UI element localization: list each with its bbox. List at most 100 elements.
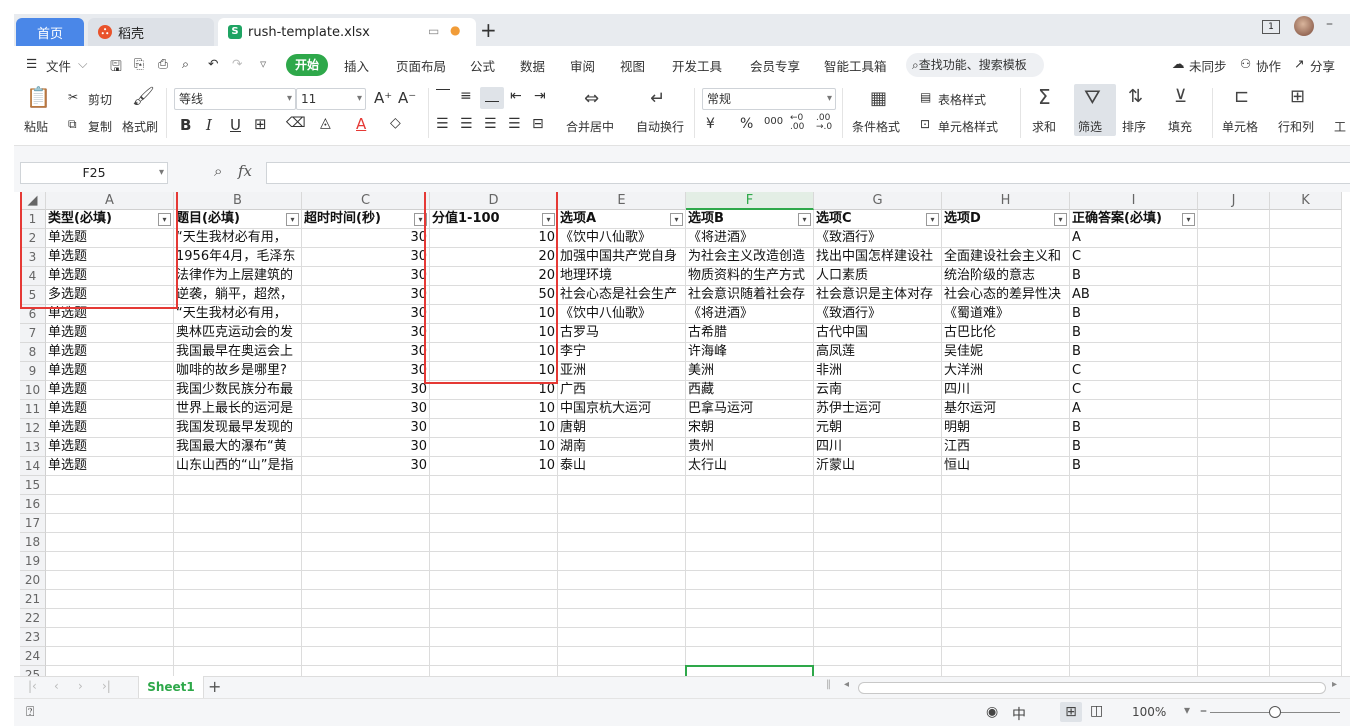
table-cell[interactable] bbox=[302, 590, 430, 609]
table-cell[interactable] bbox=[174, 514, 302, 533]
percent-icon[interactable]: % bbox=[740, 116, 753, 132]
row-header[interactable]: 21 bbox=[20, 590, 46, 609]
table-cell[interactable]: 贵州 bbox=[686, 438, 814, 457]
table-cell[interactable] bbox=[1270, 552, 1342, 571]
table-cell[interactable]: 单选题 bbox=[46, 229, 174, 248]
table-cell[interactable]: 法律作为上层建筑的 bbox=[174, 267, 302, 286]
table-cell[interactable]: 30 bbox=[302, 267, 430, 286]
menu-smart-toolbox[interactable]: 智能工具箱 bbox=[824, 56, 887, 75]
table-cell[interactable] bbox=[1270, 476, 1342, 495]
table-cell[interactable]: 四川 bbox=[942, 381, 1070, 400]
table-cell[interactable] bbox=[174, 552, 302, 571]
table-cell[interactable]: 30 bbox=[302, 457, 430, 476]
row-header[interactable]: 25 bbox=[20, 666, 46, 676]
table-cell[interactable] bbox=[1270, 514, 1342, 533]
table-cell[interactable]: 单选题 bbox=[46, 324, 174, 343]
row-header[interactable]: 8 bbox=[20, 343, 46, 362]
table-cell[interactable]: 苏伊士运河 bbox=[814, 400, 942, 419]
table-cell[interactable] bbox=[1270, 305, 1342, 324]
table-cell[interactable]: AB bbox=[1070, 286, 1198, 305]
table-cell[interactable]: 宋朝 bbox=[686, 419, 814, 438]
table-cell[interactable]: 30 bbox=[302, 362, 430, 381]
table-cell[interactable] bbox=[1270, 628, 1342, 647]
table-cell[interactable] bbox=[302, 628, 430, 647]
table-cell[interactable]: “天生我材必有用， bbox=[174, 305, 302, 324]
table-cell[interactable] bbox=[942, 609, 1070, 628]
header-cell[interactable] bbox=[1270, 210, 1342, 229]
table-cell[interactable] bbox=[1270, 533, 1342, 552]
table-cell[interactable]: 泰山 bbox=[558, 457, 686, 476]
select-all-corner[interactable]: ◢ bbox=[20, 192, 46, 210]
table-cell[interactable] bbox=[942, 571, 1070, 590]
paste-icon[interactable]: 📋 bbox=[26, 87, 51, 107]
table-cell[interactable]: 中国京杭大运河 bbox=[558, 400, 686, 419]
print-icon[interactable]: ⎙ bbox=[158, 56, 168, 72]
table-cell[interactable] bbox=[1198, 476, 1270, 495]
menu-review[interactable]: 审阅 bbox=[570, 56, 595, 75]
save-icon[interactable]: 🖫 bbox=[110, 56, 122, 80]
cloud-icon[interactable]: ☁ bbox=[1172, 56, 1185, 71]
table-cell[interactable] bbox=[430, 666, 558, 676]
table-cell[interactable] bbox=[1198, 381, 1270, 400]
table-cell[interactable] bbox=[814, 495, 942, 514]
table-cell[interactable] bbox=[1198, 343, 1270, 362]
table-cell[interactable] bbox=[942, 647, 1070, 666]
table-cell[interactable]: 古代中国 bbox=[814, 324, 942, 343]
table-cell[interactable]: 10 bbox=[430, 400, 558, 419]
table-cell[interactable]: 古罗马 bbox=[558, 324, 686, 343]
align-right-icon[interactable]: ☰ bbox=[484, 116, 497, 132]
table-cell[interactable] bbox=[174, 590, 302, 609]
table-cell[interactable]: 单选题 bbox=[46, 305, 174, 324]
sort-icon[interactable]: ⇅ bbox=[1128, 88, 1143, 106]
row-header[interactable]: 17 bbox=[20, 514, 46, 533]
table-cell[interactable] bbox=[1198, 533, 1270, 552]
sum-button[interactable]: 求和 bbox=[1032, 118, 1056, 135]
share-button[interactable]: 分享 bbox=[1310, 56, 1335, 75]
table-cell[interactable] bbox=[302, 647, 430, 666]
table-cell[interactable]: 30 bbox=[302, 229, 430, 248]
bold-icon[interactable]: B bbox=[180, 116, 191, 134]
column-header-g[interactable]: G bbox=[814, 192, 942, 210]
table-cell[interactable] bbox=[1198, 286, 1270, 305]
sheet-tab-sheet1[interactable]: Sheet1 bbox=[138, 676, 204, 698]
table-cell[interactable] bbox=[558, 628, 686, 647]
print-preview-icon[interactable]: ⌕ bbox=[182, 56, 189, 72]
table-cell[interactable] bbox=[1198, 457, 1270, 476]
table-cell[interactable]: 山东山西的“山”是指 bbox=[174, 457, 302, 476]
table-cell[interactable] bbox=[430, 476, 558, 495]
table-cell[interactable]: 1956年4月，毛泽东 bbox=[174, 248, 302, 267]
table-cell[interactable] bbox=[942, 666, 1070, 676]
table-cell[interactable]: B bbox=[1070, 438, 1198, 457]
macro-record-icon[interactable]: ⍰ bbox=[26, 704, 34, 720]
table-cell[interactable] bbox=[558, 609, 686, 628]
menu-formula[interactable]: 公式 bbox=[470, 56, 495, 75]
filter-dropdown-icon[interactable]: ▾ bbox=[670, 213, 683, 226]
table-cell[interactable]: 世界上最长的运河是 bbox=[174, 400, 302, 419]
table-cell[interactable]: 基尔运河 bbox=[942, 400, 1070, 419]
table-cell[interactable] bbox=[558, 647, 686, 666]
table-cell[interactable]: 10 bbox=[430, 229, 558, 248]
table-cell[interactable]: 唐朝 bbox=[558, 419, 686, 438]
table-cell[interactable]: 10 bbox=[430, 438, 558, 457]
table-cell[interactable] bbox=[1198, 514, 1270, 533]
table-cell[interactable] bbox=[46, 647, 174, 666]
table-cell[interactable] bbox=[1270, 571, 1342, 590]
filter-dropdown-icon[interactable]: ▾ bbox=[1054, 213, 1067, 226]
table-cell[interactable]: 《致酒行》 bbox=[814, 229, 942, 248]
zoom-level[interactable]: 100% bbox=[1132, 705, 1166, 719]
table-cell[interactable]: 大洋洲 bbox=[942, 362, 1070, 381]
new-tab-button[interactable]: + bbox=[480, 18, 497, 42]
name-box[interactable]: F25 bbox=[20, 162, 168, 184]
table-cell[interactable]: 非洲 bbox=[814, 362, 942, 381]
table-cell[interactable]: 20 bbox=[430, 267, 558, 286]
cell-icon[interactable]: ⊏ bbox=[1234, 88, 1249, 106]
table-cell[interactable] bbox=[814, 590, 942, 609]
table-cell[interactable] bbox=[558, 476, 686, 495]
header-cell[interactable]: 正确答案(必填) ▾ bbox=[1070, 210, 1198, 229]
table-cell[interactable] bbox=[1198, 419, 1270, 438]
table-cell[interactable]: B bbox=[1070, 324, 1198, 343]
table-cell[interactable] bbox=[1198, 628, 1270, 647]
table-cell[interactable]: 社会意识是主体对存 bbox=[814, 286, 942, 305]
menu-member[interactable]: 会员专享 bbox=[750, 56, 800, 75]
table-cell[interactable] bbox=[686, 609, 814, 628]
